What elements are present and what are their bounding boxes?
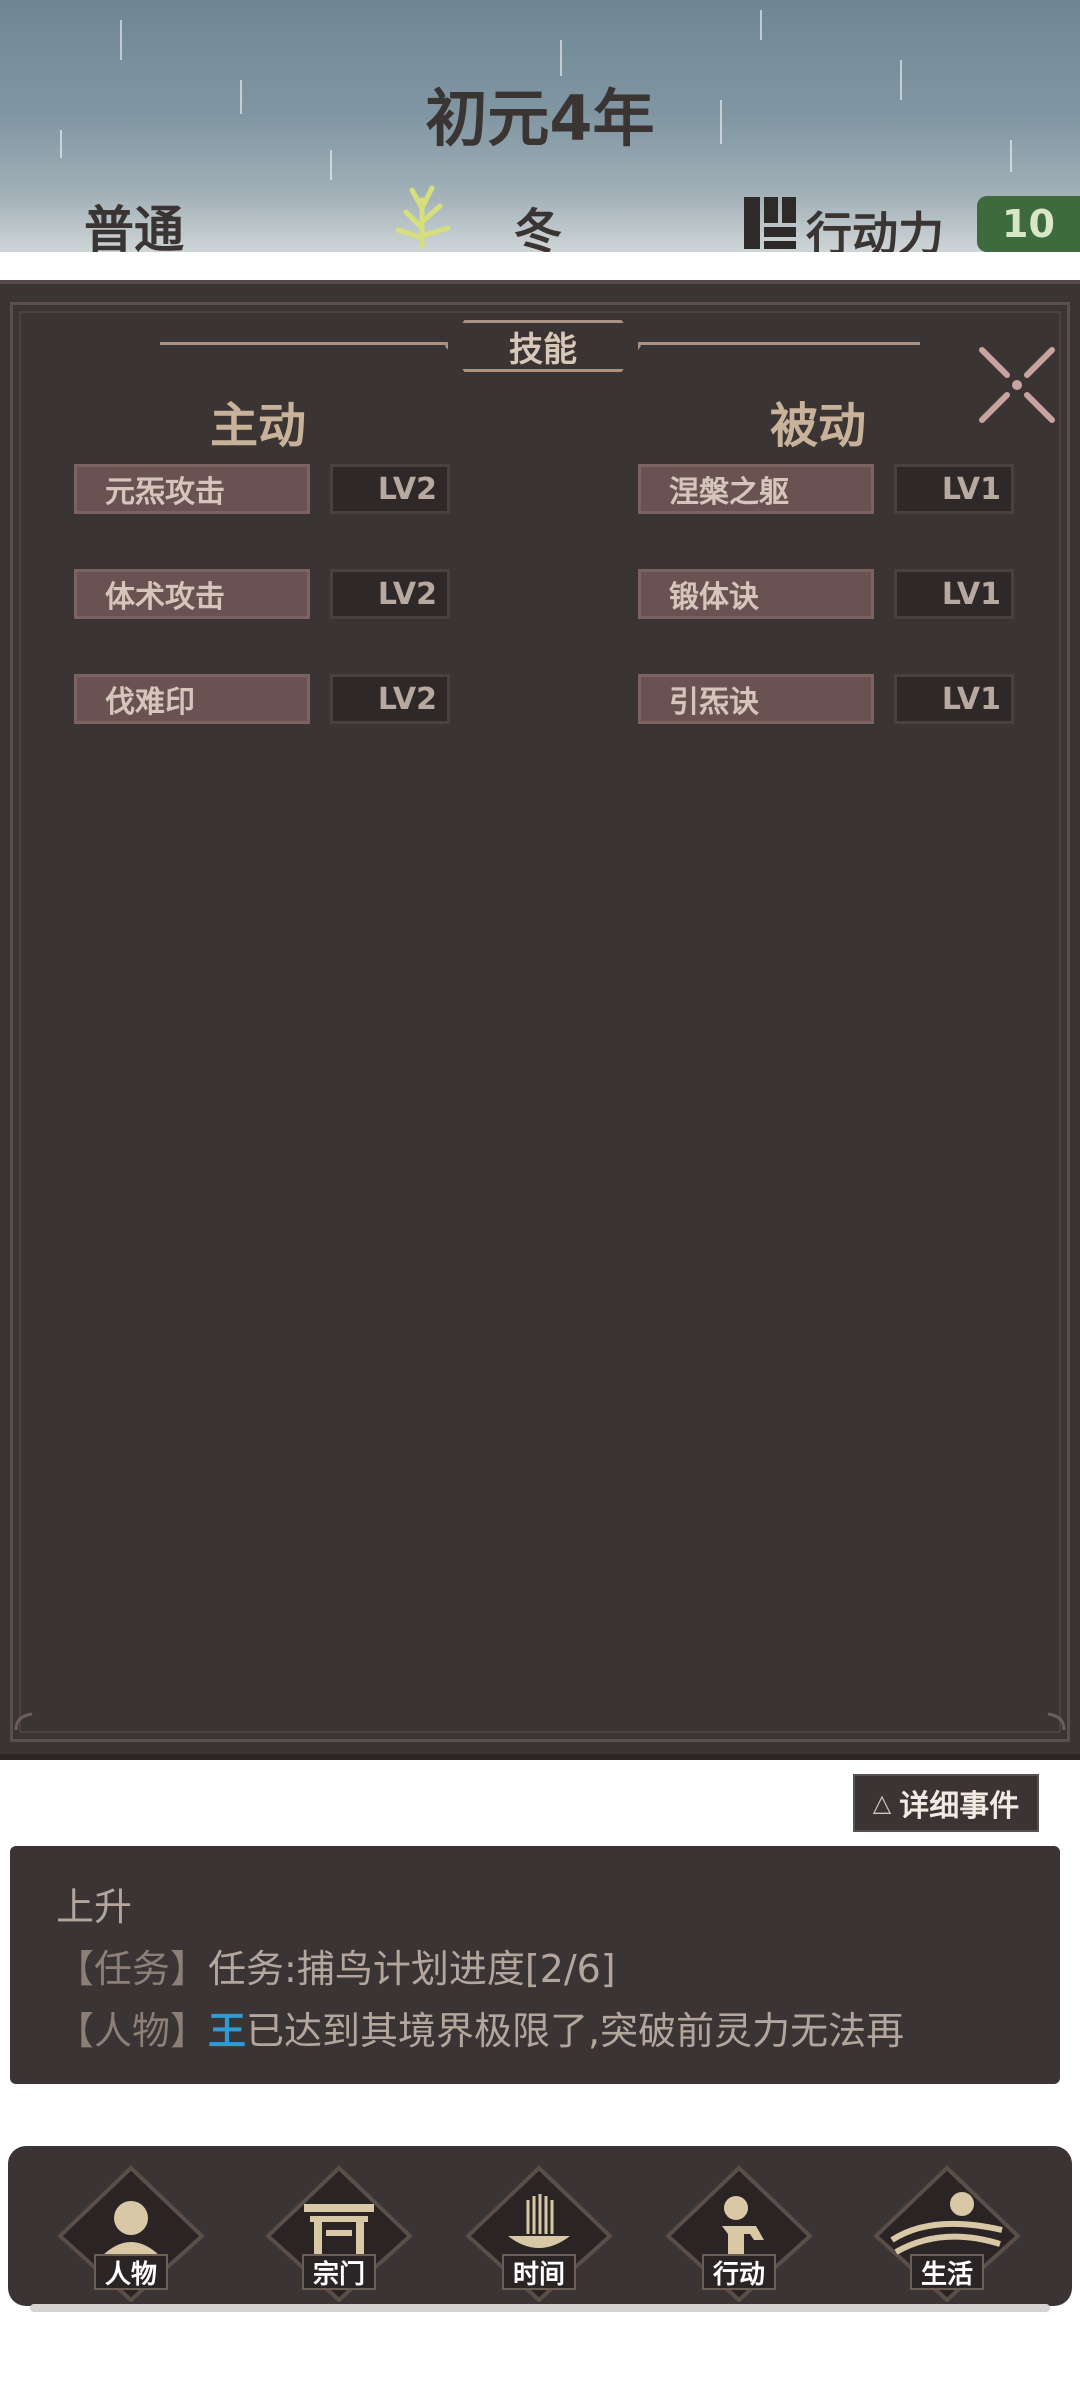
event-log-line: 【任务】任务:捕鸟计划进度[2/6] [56, 1938, 616, 1993]
nav-item-action[interactable]: 行动 [664, 2164, 814, 2302]
character-name-link[interactable]: 王 [208, 2009, 246, 2053]
event-text: 上升 [56, 1885, 133, 1929]
corner-ornament-icon [14, 1712, 33, 1731]
detail-events-label: 详细事件 [899, 1789, 1020, 1824]
panel-bottom-edge [0, 1754, 1080, 1760]
passive-skill-2-level: LV1 [894, 569, 1014, 619]
active-skill-1-level: LV2 [330, 464, 450, 514]
active-skill-1[interactable]: 元炁攻击 [74, 464, 310, 514]
nav-label: 宗门 [302, 2254, 376, 2290]
passive-skill-1-level: LV1 [894, 464, 1014, 514]
panel-frame [10, 302, 1070, 1742]
event-text: 已达到其境界极限了,突破前灵力无法再 [246, 2009, 905, 2053]
nav-item-time[interactable]: 时间 [464, 2164, 614, 2302]
active-skills-heading: 主动 [210, 398, 307, 454]
panel-frame-inner [19, 311, 1061, 1733]
corner-ornament-icon [1047, 1712, 1066, 1731]
triangle-up-icon: △ [872, 1789, 892, 1817]
event-log[interactable]: 上升 【任务】任务:捕鸟计划进度[2/6] 【人物】王已达到其境界极限了,突破前… [10, 1846, 1060, 2084]
nav-label: 时间 [502, 2254, 576, 2290]
panel-title: 技能 [509, 329, 577, 370]
top-status-bar: 初元4年 普通 冬 行动力 10 [0, 0, 1080, 262]
rain-streak [120, 20, 122, 60]
action-points-value: 10 [977, 196, 1080, 252]
title-ornament-line [630, 342, 920, 345]
event-tag: 【任务】 [56, 1947, 209, 1991]
title-ornament-line [160, 342, 450, 345]
active-skill-2-level: LV2 [330, 569, 450, 619]
active-skill-2[interactable]: 体术攻击 [74, 569, 310, 619]
reed-plant-icon [395, 185, 451, 249]
rain-streak [760, 10, 762, 40]
detail-events-button[interactable]: △ 详细事件 [853, 1774, 1039, 1832]
nav-item-sect[interactable]: 宗门 [264, 2164, 414, 2302]
nav-label: 人物 [94, 2254, 168, 2290]
nav-item-character[interactable]: 人物 [56, 2164, 206, 2302]
event-log-line: 上升 [56, 1876, 132, 1931]
passive-skills-heading: 被动 [770, 398, 867, 454]
active-skill-3[interactable]: 伐难印 [74, 674, 310, 724]
event-tag: 【人物】 [56, 2009, 209, 2053]
passive-skill-3[interactable]: 引炁诀 [638, 674, 874, 724]
skills-panel: 技能 主动 被动 元炁攻击 LV2 体术攻击 LV2 伐难印 LV2 涅槃之躯 … [0, 280, 1080, 1760]
action-points-icon [744, 197, 796, 249]
nav-label: 生活 [910, 2254, 984, 2290]
passive-skill-2[interactable]: 锻体诀 [638, 569, 874, 619]
close-icon[interactable] [972, 340, 1062, 430]
passive-skill-1[interactable]: 涅槃之躯 [638, 464, 874, 514]
nav-item-life[interactable]: 生活 [872, 2164, 1022, 2302]
header-divider [0, 252, 1080, 262]
year-title: 初元4年 [425, 82, 655, 155]
nav-label: 行动 [702, 2254, 776, 2290]
event-text: 任务:捕鸟计划进度[2/6] [208, 1947, 616, 1991]
event-log-line: 【人物】王已达到其境界极限了,突破前灵力无法再 [56, 2000, 904, 2055]
nav-shadow [30, 2304, 1050, 2312]
active-skill-3-level: LV2 [330, 674, 450, 724]
passive-skill-3-level: LV1 [894, 674, 1014, 724]
